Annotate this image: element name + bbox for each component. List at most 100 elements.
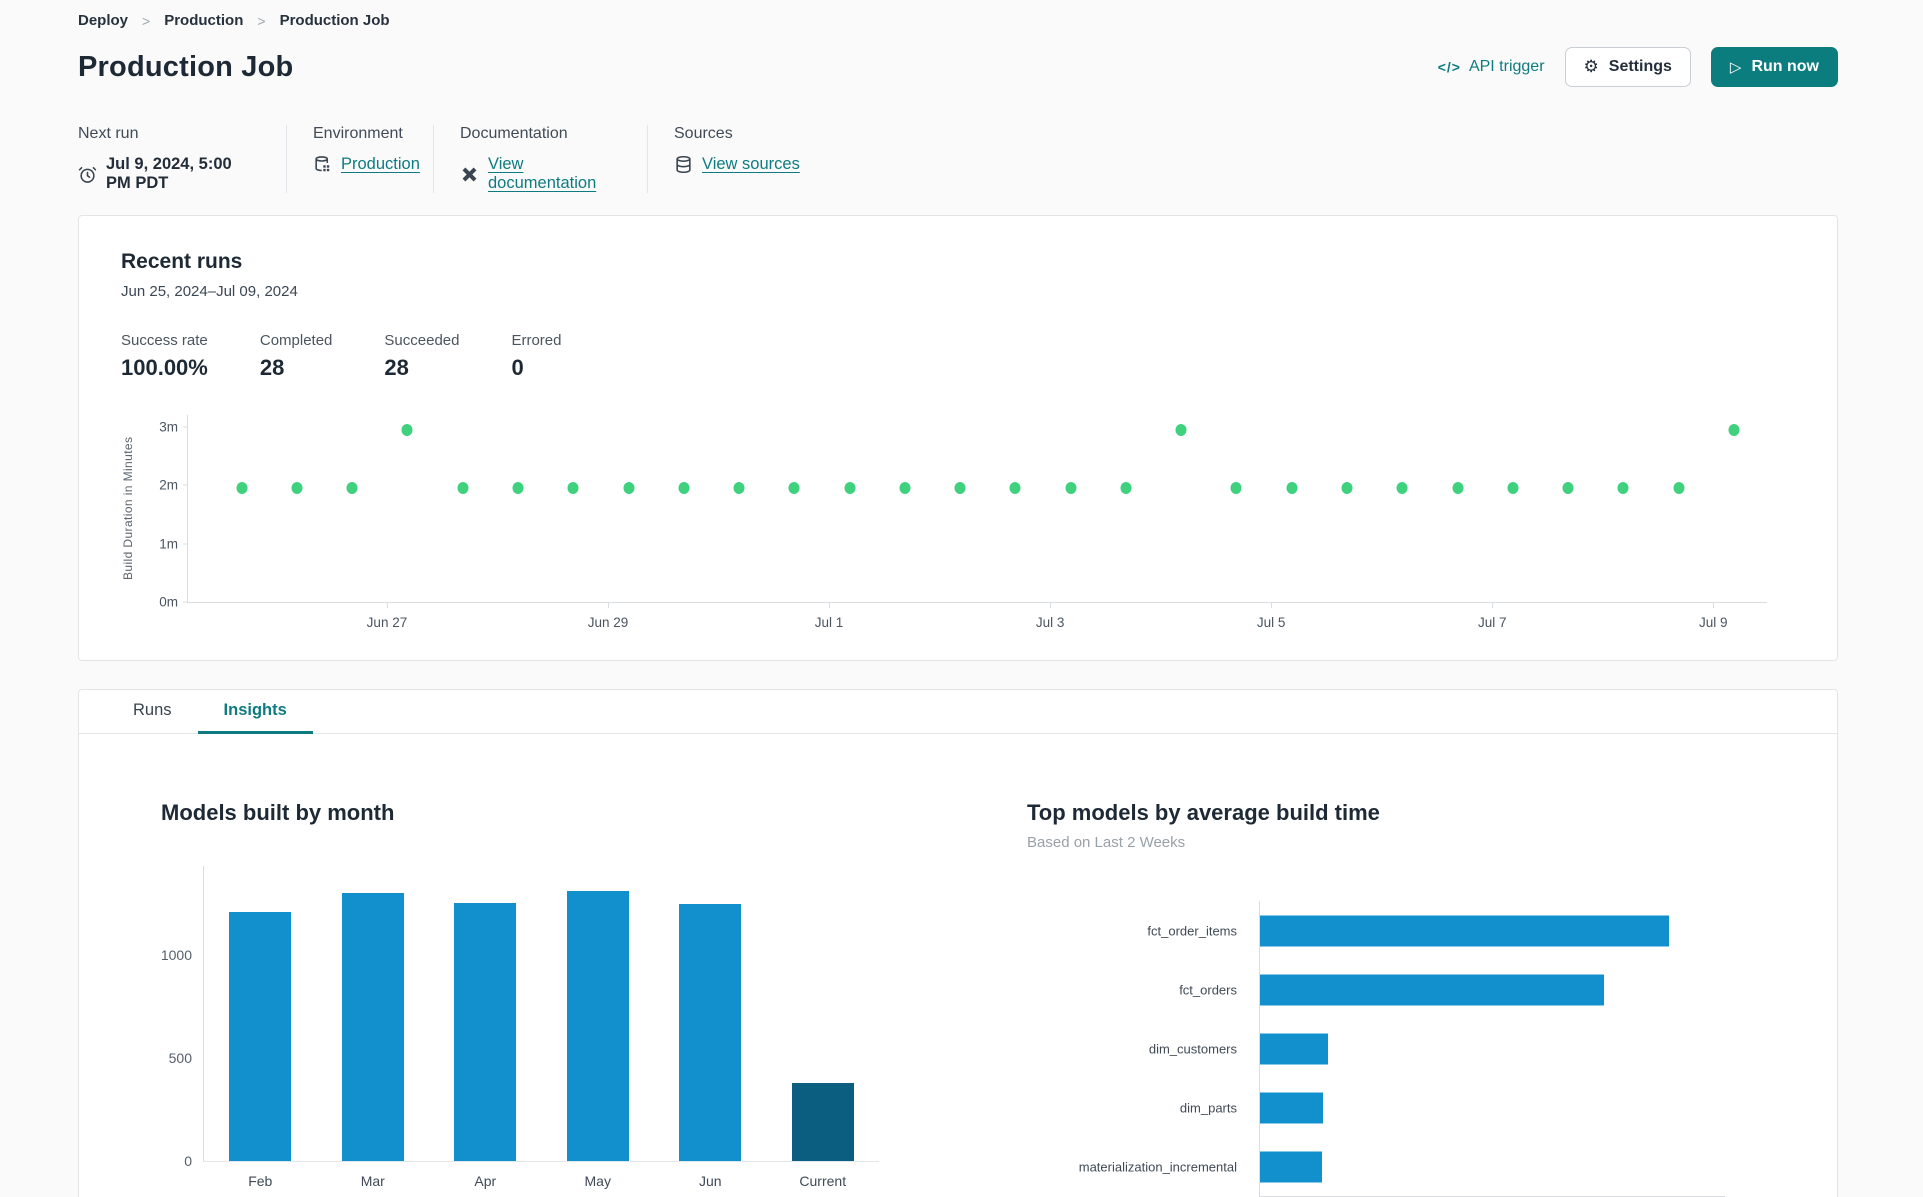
scatter-y-tick-mark <box>183 426 188 428</box>
scatter-run-point[interactable] <box>899 482 911 495</box>
api-trigger-link[interactable]: </> API trigger <box>1438 58 1545 76</box>
stat-label: Completed <box>259 332 333 349</box>
code-brackets-icon: </> <box>1437 59 1461 75</box>
tab-bar: Runs Insights <box>79 690 1837 734</box>
page-title: Production Job <box>78 50 294 83</box>
models-built-chart-title: Models built by month <box>161 800 395 825</box>
recent-runs-date-range: Jun 25, 2024–Jul 09, 2024 <box>121 283 298 300</box>
breadcrumb: Deploy > Production > Production Job <box>78 8 1838 33</box>
scatter-x-tick-label: Jul 9 <box>1699 615 1728 630</box>
meta-next-run: Next run Jul 9, 2024, 5:00 PM PDT <box>78 125 286 193</box>
scatter-x-tick-mark <box>829 602 831 608</box>
top-models-category-labels: fct_order_items fct_orders dim_customers di… <box>1027 901 1247 1197</box>
scatter-run-point[interactable] <box>567 482 579 495</box>
scatter-run-point[interactable] <box>1673 482 1685 495</box>
bar-x-category-label: Feb <box>248 1173 273 1189</box>
stat-value: 100.00% <box>121 355 208 380</box>
recent-runs-stats: Success rate 100.00% Completed 28 Succee… <box>121 332 1795 381</box>
scatter-y-tick-mark <box>183 601 188 603</box>
scatter-run-point[interactable] <box>788 482 800 495</box>
tab-insights[interactable]: Insights <box>197 690 314 734</box>
scatter-y-tick-label: 3m <box>159 419 178 435</box>
environment-label: Environment <box>313 125 403 142</box>
scatter-y-tick-mark <box>183 484 188 486</box>
scatter-run-point[interactable] <box>1120 482 1132 495</box>
play-icon: ▷ <box>1729 57 1742 76</box>
scatter-x-tick-label: Jul 3 <box>1035 615 1065 630</box>
scatter-run-point[interactable] <box>733 482 745 495</box>
scatter-run-point[interactable] <box>678 482 690 495</box>
scatter-run-point[interactable] <box>1341 482 1353 495</box>
next-run-value: Jul 9, 2024, 5:00 PM PDT <box>106 155 232 192</box>
view-sources-link[interactable]: View sources <box>702 155 800 174</box>
stat-label: Errored <box>511 332 562 349</box>
scatter-run-point[interactable] <box>1230 482 1242 495</box>
environment-link[interactable]: Production <box>341 155 420 174</box>
bar-mar <box>341 892 404 1161</box>
scatter-y-tick-label: 2m <box>159 477 178 493</box>
scatter-run-point[interactable] <box>1562 482 1574 495</box>
sources-label: Sources <box>674 125 733 142</box>
scatter-run-point[interactable] <box>1728 423 1740 436</box>
scatter-run-point[interactable] <box>1065 482 1077 495</box>
scatter-y-tick-label: 1m <box>159 536 178 552</box>
stat-value: 28 <box>384 355 409 380</box>
scatter-x-tick-label: Jul 1 <box>814 615 844 630</box>
scatter-run-point[interactable] <box>457 482 469 495</box>
scatter-run-point[interactable] <box>844 482 856 495</box>
scatter-run-point[interactable] <box>346 482 358 495</box>
run-now-button[interactable]: ▷ Run now <box>1710 47 1838 87</box>
breadcrumb-separator-icon: > <box>257 12 266 29</box>
dbt-docs-icon <box>460 165 479 184</box>
bar-x-category-label: Jun <box>698 1173 722 1189</box>
top-models-plot-area: 0m10s20s30s40s <box>1259 901 1725 1197</box>
stat-label: Success rate <box>121 332 208 349</box>
bar-x-category-label: Mar <box>360 1173 385 1189</box>
view-documentation-link[interactable]: View documentation <box>488 155 619 193</box>
stat-success-rate: Success rate 100.00% <box>121 332 208 381</box>
scatter-run-point[interactable] <box>1396 482 1408 495</box>
gear-icon: ⚙ <box>1583 56 1599 77</box>
next-run-label: Next run <box>78 125 139 142</box>
tab-runs[interactable]: Runs <box>107 690 198 733</box>
stat-value: 28 <box>259 355 285 380</box>
bar-y-tick-label: 1000 <box>160 946 192 963</box>
scatter-x-tick-label: Jul 7 <box>1477 615 1507 630</box>
scatter-run-point[interactable] <box>1175 423 1187 436</box>
scatter-plot-area: 0m 1m 2m 3m Jun 27 Jun 29 Jul 1 Jul 3 Jul 5 Jul 7… <box>159 415 1767 630</box>
scatter-run-point[interactable] <box>1452 482 1464 495</box>
scatter-x-tick-mark <box>1050 602 1052 608</box>
scatter-x-tick-mark <box>1492 602 1494 608</box>
scatter-run-point[interactable] <box>291 482 303 495</box>
scatter-run-point[interactable] <box>1617 482 1629 495</box>
scatter-run-point[interactable] <box>236 482 248 495</box>
environment-database-icon <box>313 155 332 174</box>
bar-feb <box>229 912 292 1161</box>
bar-apr <box>454 903 517 1161</box>
scatter-run-point[interactable] <box>954 482 966 495</box>
scatter-run-point[interactable] <box>1507 482 1519 495</box>
breadcrumb-deploy[interactable]: Deploy <box>78 12 128 29</box>
insights-panel: Models built by month 0 500 1000 Feb Mar Apr M… <box>79 734 1837 1197</box>
stat-label: Succeeded <box>384 332 460 349</box>
bar-y-tick-label: 500 <box>168 1049 192 1066</box>
bar-x-category-label: Current <box>799 1173 847 1189</box>
scatter-run-point[interactable] <box>512 482 524 495</box>
bar-jun <box>679 904 742 1161</box>
scatter-y-axis-label: Build Duration in Minutes <box>121 436 135 580</box>
hbar-dim_customers <box>1260 1033 1329 1064</box>
hbar-fct_order_items <box>1260 915 1670 946</box>
build-duration-chart: Build Duration in Minutes 0m 1m 2m 3m Jun 27… <box>121 407 1795 655</box>
api-trigger-label: API trigger <box>1468 58 1545 75</box>
page-header: Production Job </> API trigger ⚙ Setting… <box>78 47 1838 87</box>
scatter-run-point[interactable] <box>623 482 635 495</box>
recent-runs-title: Recent runs <box>121 250 243 273</box>
settings-button[interactable]: ⚙ Settings <box>1564 47 1691 87</box>
scatter-x-tick-mark <box>1713 602 1715 608</box>
breadcrumb-production[interactable]: Production <box>164 12 243 29</box>
job-detail-card: Runs Insights Models built by month 0 500… <box>78 689 1838 1197</box>
scatter-run-point[interactable] <box>401 423 413 436</box>
scatter-run-point[interactable] <box>1009 482 1021 495</box>
bar-x-category-label: Apr <box>474 1173 497 1189</box>
scatter-run-point[interactable] <box>1286 482 1298 495</box>
